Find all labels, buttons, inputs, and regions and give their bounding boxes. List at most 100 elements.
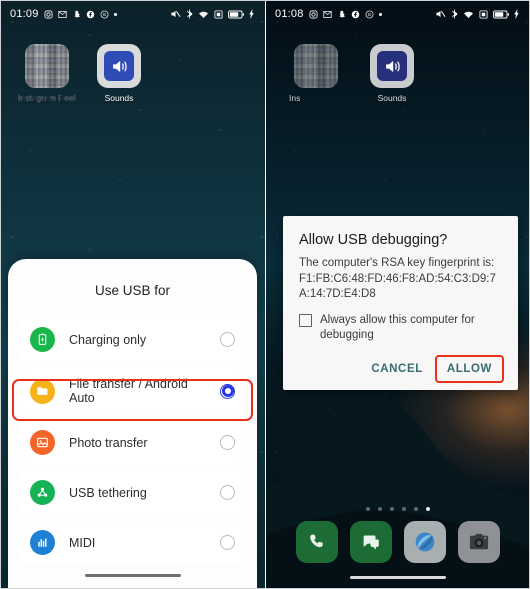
instagram-icon (309, 10, 318, 19)
equalizer-icon (30, 530, 55, 555)
messenger-icon (57, 10, 67, 19)
usb-option-charging-only[interactable]: Charging only (18, 318, 247, 361)
status-bar-right-group (435, 9, 520, 19)
speaker-icon (97, 44, 141, 88)
usb-option-photo-transfer[interactable]: Photo transfer (18, 421, 247, 464)
battery-icon (493, 10, 509, 19)
allow-button-wrapper: ALLOW (434, 354, 504, 383)
always-allow-checkbox[interactable] (299, 313, 312, 327)
status-clock: 01:09 (10, 8, 39, 20)
circle-b-icon: B (100, 10, 109, 19)
always-allow-label: Always allow this computer for debugging (320, 313, 475, 341)
circle-b-icon: B (365, 10, 374, 19)
left-app-grid: Instagram Reels Sounds (0, 28, 265, 103)
app-icon-blurred[interactable]: Instagram Reels (18, 44, 76, 103)
bluetooth-icon (451, 9, 458, 19)
instagram-icon (44, 10, 53, 19)
usb-option-file-transfer[interactable]: File transfer / Android Auto (18, 368, 247, 414)
screenshot-root: 01:09 B Instagram Reels Sounds Use USB f… (0, 0, 530, 589)
right-app-grid: Ins Sounds (265, 28, 530, 103)
page-dot[interactable] (377, 507, 382, 511)
usb-option-label: Photo transfer (69, 435, 148, 450)
usb-options-list: Charging only File transfer / Android Au… (8, 318, 257, 564)
home-dock (265, 521, 530, 563)
battery-charge-icon (30, 327, 55, 352)
blurred-app-icon (294, 44, 338, 88)
speaker-icon (370, 44, 414, 88)
usb-sheet-title: Use USB for (94, 283, 171, 298)
page-dot[interactable] (389, 507, 394, 511)
messenger-icon (322, 10, 332, 19)
app-icon-blurred[interactable]: Ins (287, 44, 345, 103)
volume-mute-icon (170, 9, 181, 19)
app-label-blurred: Instagram Reels (18, 94, 76, 103)
right-status-bar: 01:08 B (265, 0, 530, 28)
usb-option-midi[interactable]: MIDI (18, 521, 247, 564)
camera-icon[interactable] (457, 521, 500, 563)
cancel-button[interactable]: CANCEL (361, 356, 433, 382)
usb-option-label: USB tethering (69, 485, 147, 500)
svg-text:B: B (103, 12, 106, 17)
usb-debugging-dialog: Allow USB debugging? The computer's RSA … (283, 216, 518, 390)
usb-bottom-sheet: Use USB for Charging only File transfer … (8, 259, 257, 589)
message-icon[interactable] (349, 521, 392, 563)
app-label-sounds: Sounds (104, 94, 134, 103)
radio-midi[interactable] (220, 535, 235, 550)
share-nodes-icon (30, 480, 55, 505)
status-bar-left-group: 01:08 B (275, 8, 382, 20)
usb-option-label: File transfer / Android Auto (69, 377, 188, 405)
sim-icon (214, 9, 223, 19)
status-bar-right-group (170, 9, 255, 19)
phone-icon[interactable] (295, 521, 338, 563)
right-gesture-bar[interactable] (349, 575, 446, 579)
always-allow-row[interactable]: Always allow this computer for debugging (299, 313, 502, 343)
app-label-sounds: Sounds (377, 94, 407, 103)
radio-file-transfer[interactable] (220, 383, 235, 399)
facebook-icon (86, 10, 95, 19)
app-icon-sounds[interactable]: Sounds (90, 44, 148, 103)
rsa-fingerprint: F1:FB:C6:48:FD:46:F8:AD:54:C3:D9:7A:14:7… (299, 272, 496, 300)
app-label-blurred: Ins (289, 94, 301, 103)
status-clock: 01:08 (275, 8, 304, 20)
charging-bolt-icon (514, 9, 520, 19)
left-status-bar: 01:09 B (0, 0, 265, 28)
facebook-icon (351, 10, 360, 19)
battery-icon (228, 10, 244, 19)
radio-usb-tethering[interactable] (220, 485, 235, 500)
left-gesture-bar[interactable] (84, 573, 181, 577)
page-dot-active[interactable] (425, 507, 430, 511)
left-phone-screen: 01:09 B Instagram Reels Sounds Use USB f… (0, 0, 265, 589)
snapchat-icon (337, 10, 346, 19)
charging-bolt-icon (249, 9, 255, 19)
usb-option-usb-tethering[interactable]: USB tethering (18, 471, 247, 514)
blurred-app-icon (25, 44, 69, 88)
page-dot[interactable] (413, 507, 418, 511)
dialog-actions: CANCEL ALLOW (299, 354, 504, 383)
usb-option-label: MIDI (69, 535, 96, 550)
folder-icon (30, 378, 55, 404)
volume-mute-icon (435, 9, 446, 19)
page-dot[interactable] (365, 507, 370, 511)
dialog-message: The computer's RSA key fingerprint is: (299, 257, 495, 270)
sim-icon (479, 9, 488, 19)
panel-divider (265, 0, 266, 589)
snapchat-icon (72, 10, 81, 19)
status-bar-left-group: 01:09 B (10, 8, 117, 20)
page-dot[interactable] (401, 507, 406, 511)
dot-icon (113, 12, 117, 16)
browser-icon[interactable] (403, 521, 446, 563)
allow-button[interactable]: ALLOW (437, 356, 502, 382)
wifi-icon (463, 10, 474, 19)
home-page-indicator (265, 507, 530, 511)
radio-charging-only[interactable] (220, 332, 235, 347)
photo-icon (30, 430, 55, 455)
dot-icon (378, 12, 382, 16)
radio-photo-transfer[interactable] (220, 435, 235, 450)
wifi-icon (198, 10, 209, 19)
bluetooth-icon (186, 9, 193, 19)
right-phone-screen: 01:08 B Ins Sounds Allow USB debugging? … (265, 0, 530, 589)
svg-text:B: B (368, 12, 371, 17)
app-icon-sounds[interactable]: Sounds (363, 44, 421, 103)
dialog-title: Allow USB debugging? (299, 232, 448, 248)
usb-option-label: Charging only (69, 332, 147, 347)
